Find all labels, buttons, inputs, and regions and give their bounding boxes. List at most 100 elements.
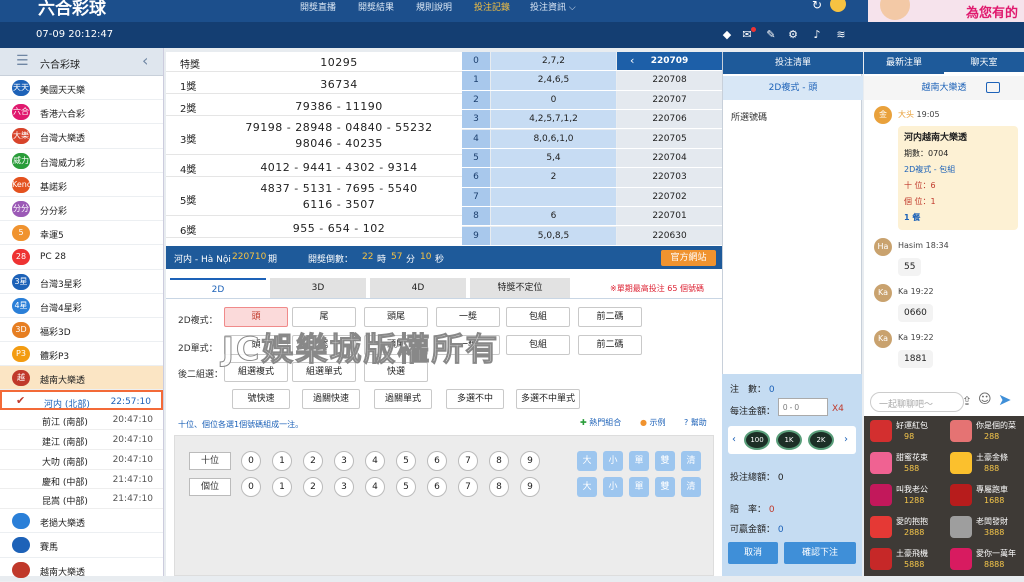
tools-icon[interactable]: ✎ bbox=[764, 28, 778, 42]
chip-1k[interactable]: 1K bbox=[776, 430, 802, 450]
sidebar-item-game[interactable]: 威力 台灣威力彩 bbox=[0, 149, 163, 173]
gift-item[interactable]: 好運紅包 98 bbox=[864, 416, 942, 447]
cancel-button[interactable]: 取消 bbox=[728, 542, 778, 564]
nav-bet-info[interactable]: 投注資訊 ⌵ bbox=[530, 0, 576, 13]
quick-bet-button[interactable]: 過關快速 bbox=[302, 389, 360, 409]
tab-latest-bets[interactable]: 最新注單 bbox=[864, 52, 944, 74]
sidebar-item-game[interactable]: 大樂透 台灣大樂透 bbox=[0, 124, 163, 156]
collapse-icon[interactable]: ‹ bbox=[142, 51, 148, 70]
refresh-icon[interactable]: ↻ bbox=[812, 0, 822, 12]
sidebar-item-game[interactable]: 老撾大樂透 bbox=[0, 509, 163, 534]
number-ball[interactable]: 7 bbox=[458, 477, 478, 497]
menu-icon[interactable]: ☰ bbox=[16, 53, 29, 69]
gift-item[interactable]: 叫我老公 1288 bbox=[864, 480, 942, 511]
quick-select-button[interactable]: 雙 bbox=[655, 477, 675, 497]
quick-select-button[interactable]: 單 bbox=[629, 451, 649, 471]
number-ball[interactable]: 6 bbox=[427, 451, 447, 471]
quick-select-button[interactable]: 清 bbox=[681, 477, 701, 497]
sidebar-item-game[interactable]: 賽馬 bbox=[0, 533, 163, 558]
sidebar-subitem[interactable]: ✔ 河内 (北部) 22:57:10 bbox=[0, 390, 163, 410]
history-row[interactable]: 5 5,4 220704 bbox=[462, 149, 722, 169]
history-row[interactable]: 6 2 220703 bbox=[462, 168, 722, 188]
number-ball[interactable]: 4 bbox=[365, 451, 385, 471]
gift-item[interactable]: 老闆發財 3888 bbox=[944, 512, 1022, 543]
number-ball[interactable]: 4 bbox=[365, 477, 385, 497]
sidebar-item-game[interactable]: Keno 基諾彩 bbox=[0, 173, 163, 197]
sidebar-subitem[interactable]: 建江 (南部) 20:47:10 bbox=[0, 430, 163, 450]
nav-draw-results[interactable]: 開獎結果 bbox=[358, 0, 394, 13]
sidebar-item-game[interactable]: 六合 香港六合彩 bbox=[0, 100, 163, 125]
number-ball[interactable]: 2 bbox=[303, 451, 323, 471]
bet-type-button[interactable]: 包組 bbox=[506, 335, 570, 355]
sidebar-item-game[interactable]: 28 PC 28 bbox=[0, 245, 163, 270]
quick-select-button[interactable]: 單 bbox=[629, 477, 649, 497]
gift-item[interactable]: 土豪金條 888 bbox=[944, 448, 1022, 479]
sidebar-item-game[interactable]: 3星 台灣3星彩 bbox=[0, 270, 163, 294]
link-example[interactable]: ● 示例 bbox=[640, 417, 666, 428]
number-ball[interactable]: 2 bbox=[303, 477, 323, 497]
confirm-bet-button[interactable]: 確認下注 bbox=[784, 542, 856, 564]
wallet-icon[interactable]: ◆ bbox=[720, 28, 734, 42]
quick-bet-button[interactable]: 多選不中單式 bbox=[516, 389, 580, 409]
quick-select-button[interactable]: 大 bbox=[577, 477, 597, 497]
quick-bet-button[interactable]: 號快速 bbox=[232, 389, 290, 409]
send-icon[interactable]: ➤ bbox=[998, 390, 1011, 409]
emoji-icon[interactable]: ☺ bbox=[978, 392, 992, 407]
quick-bet-button[interactable]: 過關單式 bbox=[374, 389, 432, 409]
number-ball[interactable]: 5 bbox=[396, 451, 416, 471]
history-row[interactable]: 4 8,0,6,1,0 220705 bbox=[462, 129, 722, 149]
sidebar-item-game[interactable]: 天天 美國天天樂 bbox=[0, 76, 163, 101]
nav-rules[interactable]: 規則說明 bbox=[416, 0, 452, 13]
promo-banner[interactable]: 為您有的 bbox=[868, 0, 1024, 22]
link-help[interactable]: ? 幫助 bbox=[684, 417, 707, 428]
history-row[interactable]: 7 220702 bbox=[462, 187, 722, 208]
history-row[interactable]: 2 0 220707 bbox=[462, 90, 722, 111]
gift-item[interactable]: 愛你一萬年 8888 bbox=[944, 544, 1022, 575]
tab-chatroom[interactable]: 聊天室 bbox=[944, 52, 1024, 74]
chip-2k[interactable]: 2K bbox=[808, 430, 834, 450]
number-ball[interactable]: 9 bbox=[520, 477, 540, 497]
sidebar-subitem[interactable]: 大叻 (南部) 20:47:10 bbox=[0, 449, 163, 470]
history-row[interactable]: 0 2,7,2 220709 ‹ bbox=[462, 52, 722, 72]
number-ball[interactable]: 3 bbox=[334, 451, 354, 471]
nav-live-draw[interactable]: 開獎直播 bbox=[300, 0, 336, 13]
sidebar-item-game[interactable]: 越越南大樂透 bbox=[0, 366, 163, 391]
quick-bet-button[interactable]: 多選不中 bbox=[446, 389, 504, 409]
bet-type-button[interactable]: 前二碼 bbox=[578, 307, 642, 327]
gift-item[interactable]: 愛的抱抱 2888 bbox=[864, 512, 942, 543]
settings-icon[interactable]: ⚙ bbox=[786, 28, 800, 42]
quick-select-button[interactable]: 清 bbox=[681, 451, 701, 471]
sidebar-subitem[interactable]: 慶和 (中部) 21:47:10 bbox=[0, 469, 163, 490]
number-ball[interactable]: 1 bbox=[272, 477, 292, 497]
tv-icon[interactable] bbox=[986, 82, 1000, 93]
quick-select-button[interactable]: 雙 bbox=[655, 451, 675, 471]
sidebar-item-game[interactable]: 分分 分分彩 bbox=[0, 197, 163, 222]
number-ball[interactable]: 8 bbox=[489, 477, 509, 497]
history-row[interactable]: 9 5,0,8,5 220630 bbox=[462, 226, 722, 246]
sidebar-item-game[interactable]: P3 體彩P3 bbox=[0, 342, 163, 367]
bet-type-button[interactable]: 包組 bbox=[506, 307, 570, 327]
history-row[interactable]: 3 4,2,5,7,1,2 220706 bbox=[462, 110, 722, 130]
history-row[interactable]: 1 2,4,6,5 220708 bbox=[462, 71, 722, 91]
number-ball[interactable]: 0 bbox=[241, 477, 261, 497]
chat-input[interactable]: 一起聊聊吧～ bbox=[870, 392, 964, 412]
share-icon[interactable]: ⇪ bbox=[962, 394, 972, 408]
tab-3d[interactable]: 3D bbox=[270, 278, 366, 298]
quick-select-button[interactable]: 小 bbox=[603, 477, 623, 497]
site-logo[interactable]: 六合彩球 bbox=[38, 0, 106, 19]
chip-prev-icon[interactable]: ‹ bbox=[732, 434, 736, 445]
sidebar-subitem[interactable]: 昆嵩 (中部) 21:47:10 bbox=[0, 489, 163, 510]
prev-period-icon[interactable]: ‹ bbox=[630, 54, 634, 67]
number-ball[interactable]: 9 bbox=[520, 451, 540, 471]
amount-input[interactable] bbox=[778, 398, 828, 416]
sidebar-item-game[interactable]: 越南大樂透 bbox=[0, 558, 163, 582]
number-ball[interactable]: 0 bbox=[241, 451, 261, 471]
link-hot-combo[interactable]: ✚ 熱門組合 bbox=[580, 417, 621, 428]
number-ball[interactable]: 1 bbox=[272, 451, 292, 471]
gift-item[interactable]: 專屬跑車 1688 bbox=[944, 480, 1022, 511]
history-row[interactable]: 8 6 220701 bbox=[462, 207, 722, 227]
chip-100[interactable]: 100 bbox=[744, 430, 770, 450]
quick-select-button[interactable]: 小 bbox=[603, 451, 623, 471]
gift-item[interactable]: 甜蜜花束 588 bbox=[864, 448, 942, 479]
number-ball[interactable]: 8 bbox=[489, 451, 509, 471]
